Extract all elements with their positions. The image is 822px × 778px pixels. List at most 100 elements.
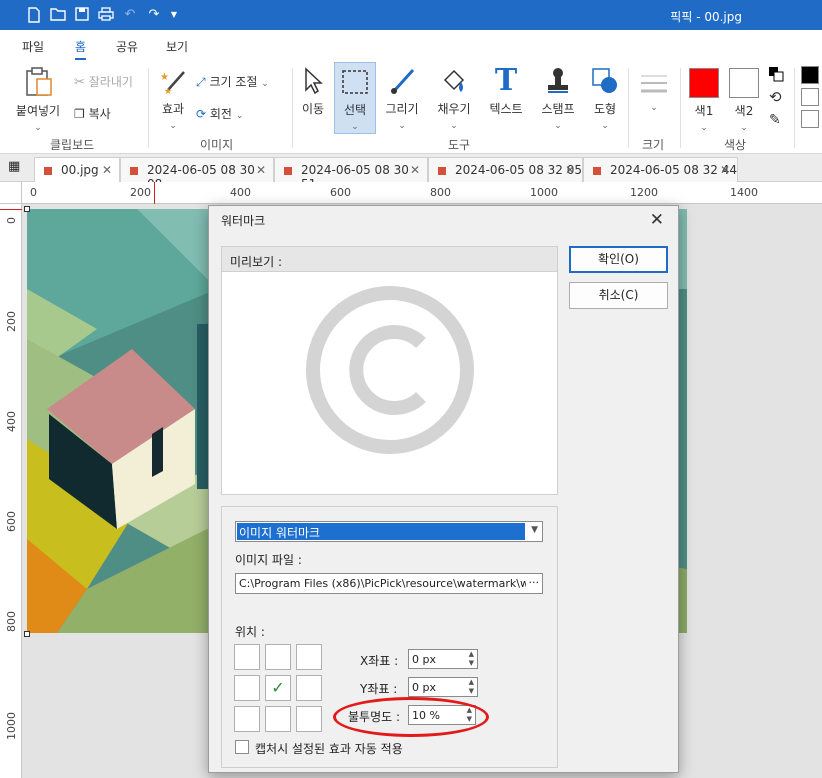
position-cell-middle-right[interactable]	[296, 675, 322, 701]
dropdown-icon[interactable]: ▼	[166, 7, 182, 23]
position-cell-center[interactable]: ✓	[265, 675, 291, 701]
tab-home[interactable]: 홈	[75, 38, 87, 60]
chevron-down-icon: ⌄	[700, 123, 708, 133]
chevron-down-icon: ⌄	[650, 103, 658, 113]
close-icon[interactable]: ✕	[256, 163, 266, 177]
spinner-arrows-icon[interactable]: ▲ ▼	[469, 650, 474, 668]
ribbon-separator	[680, 68, 681, 148]
watermark-dialog: 워터마크 ✕ 미리보기 : 확인(O) 취소(C) 이미지 워터마크 ▼ 이미지…	[208, 205, 679, 773]
scissors-icon: ✂	[74, 75, 85, 90]
ruler-corner	[0, 182, 22, 204]
save-icon[interactable]	[74, 7, 90, 23]
palette-swatch-black[interactable]	[801, 66, 819, 84]
shape-tool-button[interactable]: 도형 ⌄	[588, 66, 622, 131]
doc-tab-label: 00.jpg	[61, 163, 99, 177]
resize-icon: ⤢	[196, 75, 206, 89]
tab-view[interactable]: 보기	[166, 38, 188, 55]
ribbon-separator	[794, 68, 795, 148]
select-tool-button[interactable]: 선택 ⌄	[334, 62, 376, 134]
chevron-down-icon: ⌄	[169, 121, 177, 131]
eyedropper-icon[interactable]: ✎	[769, 112, 781, 128]
position-cell-top-left[interactable]	[234, 644, 260, 670]
chevron-down-icon: ⌄	[351, 122, 359, 132]
position-cell-bottom-right[interactable]	[296, 706, 322, 732]
color1-button[interactable]: 색1 ⌄	[688, 68, 720, 133]
rotate-button[interactable]: ⟳ 회전 ⌄	[196, 105, 243, 122]
close-icon[interactable]: ✕	[565, 163, 575, 177]
position-cell-top-right[interactable]	[296, 644, 322, 670]
ruler-cursor-marker	[0, 209, 22, 210]
ribbon-separator	[628, 68, 629, 148]
close-icon[interactable]: ✕	[102, 163, 112, 177]
image-tab-icon	[438, 167, 446, 175]
x-coordinate-input[interactable]: 0 px ▲ ▼	[408, 649, 478, 669]
resize-handle[interactable]	[24, 631, 30, 637]
doc-tab[interactable]: 2024-06-05 08 32 44 ✕	[583, 157, 738, 182]
ruler-tick-label: 600	[5, 511, 18, 532]
palette-swatch-white[interactable]	[801, 88, 819, 106]
ruler-tick-label: 200	[130, 186, 151, 199]
resize-label: 크기 조절	[209, 75, 258, 89]
doc-tab[interactable]: 00.jpg ✕	[34, 157, 120, 182]
highlight-oval-annotation	[333, 697, 489, 737]
position-cell-middle-left[interactable]	[234, 675, 260, 701]
draw-tool-button[interactable]: 그리기 ⌄	[382, 66, 422, 131]
chevron-down-icon: ⌄	[601, 121, 609, 131]
swap-colors-icon[interactable]: ⟲	[769, 88, 782, 106]
move-tool-button[interactable]: 이동	[298, 66, 328, 117]
tab-file[interactable]: 파일	[22, 38, 44, 55]
image-file-path-field[interactable]: C:\Program Files (x86)\PicPick\resource\…	[235, 573, 543, 594]
grid-view-icon[interactable]: ▦	[8, 159, 20, 174]
ruler-tick-label: 1400	[730, 186, 758, 199]
chevron-down-icon: ⌄	[554, 121, 562, 131]
doc-tab[interactable]: 2024-06-05 08 30 08 ✕	[120, 157, 274, 191]
stamp-tool-button[interactable]: 스탬프 ⌄	[536, 66, 580, 131]
resize-button[interactable]: ⤢ 크기 조절 ⌄	[196, 73, 269, 90]
doc-tab[interactable]: 2024-06-05 08 30 51 ✕	[274, 157, 428, 191]
fill-tool-button[interactable]: 채우기 ⌄	[432, 66, 476, 131]
close-icon[interactable]: ✕	[720, 163, 730, 177]
cut-button[interactable]: ✂ 잘라내기	[74, 73, 133, 90]
paste-button[interactable]: 붙여넣기 ⌄	[10, 66, 66, 133]
ribbon: 붙여넣기 ⌄ ✂ 잘라내기 ❐ 복사 클립보드 ★ ★ 효과 ⌄ ⤢ 크기 조절…	[0, 60, 822, 154]
text-tool-button[interactable]: T 텍스트	[486, 66, 526, 117]
redo-icon[interactable]: ↷	[146, 7, 162, 23]
chevron-down-icon: ⌄	[235, 111, 244, 121]
cut-label: 잘라내기	[88, 75, 133, 89]
size-button[interactable]: ⌄	[636, 72, 672, 113]
close-icon[interactable]: ✕	[410, 163, 420, 177]
ok-button[interactable]: 확인(O)	[569, 246, 668, 273]
tab-share[interactable]: 공유	[116, 38, 138, 55]
browse-button[interactable]: ···	[525, 576, 539, 589]
color2-button[interactable]: 색2 ⌄	[728, 68, 760, 133]
ruler-vertical: 0 200 400 600 800 1000	[0, 204, 22, 778]
image-tab-icon	[130, 167, 138, 175]
copy-button[interactable]: ❐ 복사	[74, 105, 111, 122]
position-cell-bottom-left[interactable]	[234, 706, 260, 732]
effect-button[interactable]: ★ ★ 효과 ⌄	[156, 66, 190, 131]
chevron-down-icon: ⌄	[450, 121, 458, 131]
spinner-arrows-icon[interactable]: ▲ ▼	[469, 678, 474, 696]
position-cell-bottom-center[interactable]	[265, 706, 291, 732]
cancel-button[interactable]: 취소(C)	[569, 282, 668, 309]
position-cell-top-center[interactable]	[265, 644, 291, 670]
doc-tab[interactable]: 2024-06-05 08 32 05 ✕	[428, 157, 583, 182]
apply-on-capture-checkbox[interactable]	[235, 740, 249, 754]
y-coordinate-input[interactable]: 0 px ▲ ▼	[408, 677, 478, 697]
doc-tab-label: 2024-06-05 08 32 44	[610, 163, 737, 177]
group-label-color: 색상	[724, 138, 747, 152]
resize-handle[interactable]	[24, 206, 30, 212]
ruler-tick-label: 200	[5, 311, 18, 332]
default-colors-button[interactable]	[768, 66, 784, 85]
effect-label: 효과	[161, 102, 185, 116]
palette-swatch-white[interactable]	[801, 110, 819, 128]
undo-icon[interactable]: ↶	[122, 7, 138, 23]
checkmark-icon: ✓	[271, 678, 285, 697]
watermark-type-select[interactable]: 이미지 워터마크 ▼	[235, 521, 543, 542]
print-icon[interactable]	[98, 7, 114, 23]
new-file-icon[interactable]	[26, 7, 42, 23]
y-coordinate-label: Y좌표 :	[360, 682, 398, 696]
open-folder-icon[interactable]	[50, 7, 66, 23]
ruler-tick-label: 400	[230, 186, 251, 199]
close-icon[interactable]: ✕	[650, 210, 664, 230]
